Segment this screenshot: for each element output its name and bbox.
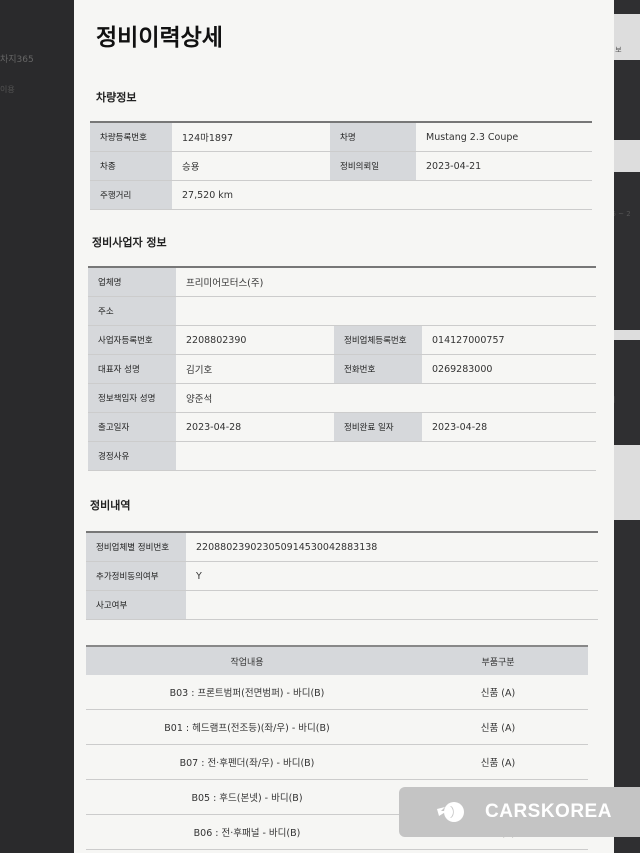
label-done-date: 정비완료 일자 <box>334 412 422 442</box>
label-type: 차종 <box>90 151 172 181</box>
work-cell: B06 : 전·후패널 - 바디(B) <box>86 814 408 850</box>
table-row: B03 : 프론트범퍼(전면범퍼) - 바디(B) 신품 (A) <box>86 675 588 710</box>
value-phone: 0269283000 <box>422 354 596 384</box>
value-correction-reason <box>176 441 596 471</box>
label-release-date: 출고일자 <box>88 412 176 442</box>
label-biz-no: 사업자등록번호 <box>88 325 176 355</box>
label-phone: 전화번호 <box>334 354 422 384</box>
part-cell: 신품 (A) <box>408 675 588 710</box>
carskorea-watermark: CARSKOREA <box>399 787 640 837</box>
work-header: 작업내용 <box>86 645 408 675</box>
car-flame-logo-icon <box>437 802 464 822</box>
table-row: B01 : 헤드램프(전조등)(좌/우) - 바디(B) 신품 (A) <box>86 709 588 745</box>
value-request-date: 2023-04-21 <box>416 151 592 181</box>
work-cell: B01 : 헤드램프(전조등)(좌/우) - 바디(B) <box>86 709 408 745</box>
shop-section-heading: 정비사업자 정보 <box>92 236 167 249</box>
repair-info-table: 정비업체별 정비번호 22088023902305091453004288313… <box>86 531 598 620</box>
shop-info-table: 업체명 프리미어모터스(주) 주소 사업자등록번호 2208802390 정비업… <box>88 266 596 471</box>
work-cell: B05 : 후드(본넷) - 바디(B) <box>86 779 408 815</box>
vehicle-section-heading: 차량정보 <box>96 91 137 104</box>
label-address: 주소 <box>88 296 176 326</box>
value-release-date: 2023-04-28 <box>176 412 334 442</box>
value-ceo: 김기호 <box>176 354 334 384</box>
value-address <box>176 296 596 326</box>
label-correction-reason: 경정사유 <box>88 441 176 471</box>
value-accident <box>186 590 598 620</box>
value-mileage: 27,520 km <box>172 180 592 210</box>
value-reg-no: 014127000757 <box>422 325 596 355</box>
vehicle-info-table: 차량등록번호 124마1897 차명 Mustang 2.3 Coupe 차종 … <box>90 121 592 210</box>
label-request-date: 정비의뢰일 <box>330 151 416 181</box>
label-extra-consent: 추가정비동의여부 <box>86 561 186 591</box>
value-done-date: 2023-04-28 <box>422 412 596 442</box>
part-cell: 신품 (A) <box>408 744 588 780</box>
label-company: 업체명 <box>88 266 176 297</box>
label-plate: 차량등록번호 <box>90 121 172 152</box>
value-plate: 124마1897 <box>172 121 330 152</box>
label-reg-no: 정비업체등록번호 <box>334 325 422 355</box>
repair-section-heading: 정비내역 <box>90 499 131 512</box>
value-biz-no: 2208802390 <box>176 325 334 355</box>
value-model: Mustang 2.3 Coupe <box>416 121 592 152</box>
value-privacy-officer: 양준석 <box>176 383 596 413</box>
value-type: 승용 <box>172 151 330 181</box>
background-logo: 차지365 <box>0 55 34 65</box>
table-row: B07 : 전·후펜더(좌/우) - 바디(B) 신품 (A) <box>86 744 588 780</box>
label-ceo: 대표자 성명 <box>88 354 176 384</box>
label-model: 차명 <box>330 121 416 152</box>
page-title: 정비이력상세 <box>96 25 223 51</box>
work-cell: B03 : 프론트범퍼(전면범퍼) - 바디(B) <box>86 675 408 710</box>
value-order-no: 22088023902305091453004288313​8 <box>186 531 598 562</box>
background-left-window: 차지365 이용 <box>0 0 74 853</box>
label-order-no: 정비업체별 정비번호 <box>86 531 186 562</box>
maintenance-detail-page: 정비이력상세 차량정보 차량등록번호 124마1897 차명 Mustang 2… <box>74 0 614 853</box>
work-cell: B07 : 전·후펜더(좌/우) - 바디(B) <box>86 744 408 780</box>
label-privacy-officer: 정보책임자 성명 <box>88 383 176 413</box>
label-mileage: 주행거리 <box>90 180 172 210</box>
value-extra-consent: Y <box>186 561 598 591</box>
label-accident: 사고여부 <box>86 590 186 620</box>
value-company: 프리미어모터스(주) <box>176 266 596 297</box>
part-header: 부품구분 <box>408 645 588 675</box>
part-cell: 신품 (A) <box>408 709 588 745</box>
background-menu: 이용 <box>0 85 15 94</box>
watermark-brand: CARSKOREA <box>485 801 612 822</box>
